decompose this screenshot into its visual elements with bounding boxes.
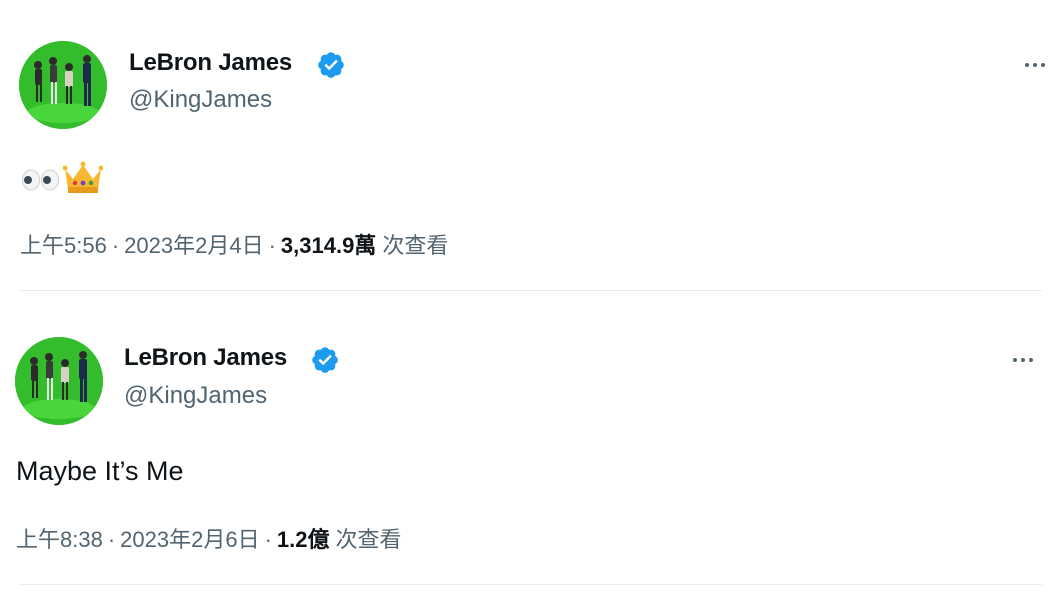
meta-separator: · xyxy=(268,233,276,258)
tweet-time[interactable]: 上午8:38 xyxy=(16,522,103,554)
tweet-divider xyxy=(18,584,1042,585)
avatar[interactable] xyxy=(19,41,107,129)
avatar-image xyxy=(15,337,103,425)
tweet-text: Maybe It’s Me xyxy=(16,456,184,486)
meta-separator: · xyxy=(264,527,272,552)
tweet[interactable]: LeBron James @KingJames Maybe It’s Me 上午… xyxy=(0,292,1060,585)
author-handle[interactable]: @KingJames xyxy=(124,382,267,410)
views-count: 3,314.9萬 xyxy=(280,233,377,258)
verified-badge-icon[interactable] xyxy=(310,345,340,375)
tweet-meta: 上午5:56 · 2023年2月4日 · 3,314.9萬 次查看 xyxy=(20,228,448,260)
author-name[interactable]: LeBron James xyxy=(129,49,292,77)
views-count: 1.2億 xyxy=(276,527,330,552)
tweet-content xyxy=(21,161,103,195)
tweet[interactable]: LeBron James @KingJames 上午5:56 · 2023年2月… xyxy=(0,0,1060,291)
avatar[interactable] xyxy=(15,337,103,425)
meta-separator: · xyxy=(107,527,116,552)
author-handle[interactable]: @KingJames xyxy=(129,86,272,114)
tweet-date[interactable]: 2023年2月4日 xyxy=(124,228,263,260)
avatar-image xyxy=(19,41,107,129)
author-name[interactable]: LeBron James xyxy=(124,344,287,372)
views-label: 次查看 xyxy=(382,233,449,258)
meta-separator: · xyxy=(111,233,120,258)
more-options-icon[interactable] xyxy=(1015,53,1055,77)
tweet-date[interactable]: 2023年2月6日 xyxy=(120,522,259,554)
eyes-emoji-icon xyxy=(22,169,59,191)
tweet-time[interactable]: 上午5:56 xyxy=(20,228,107,260)
more-options-icon[interactable] xyxy=(1003,348,1043,372)
tweet-meta: 上午8:38 · 2023年2月6日 · 1.2億 次查看 xyxy=(16,522,402,554)
views-label: 次查看 xyxy=(335,527,402,552)
verified-badge-icon[interactable] xyxy=(316,50,346,80)
crown-emoji-icon xyxy=(63,161,103,193)
tweet-divider xyxy=(18,290,1042,291)
